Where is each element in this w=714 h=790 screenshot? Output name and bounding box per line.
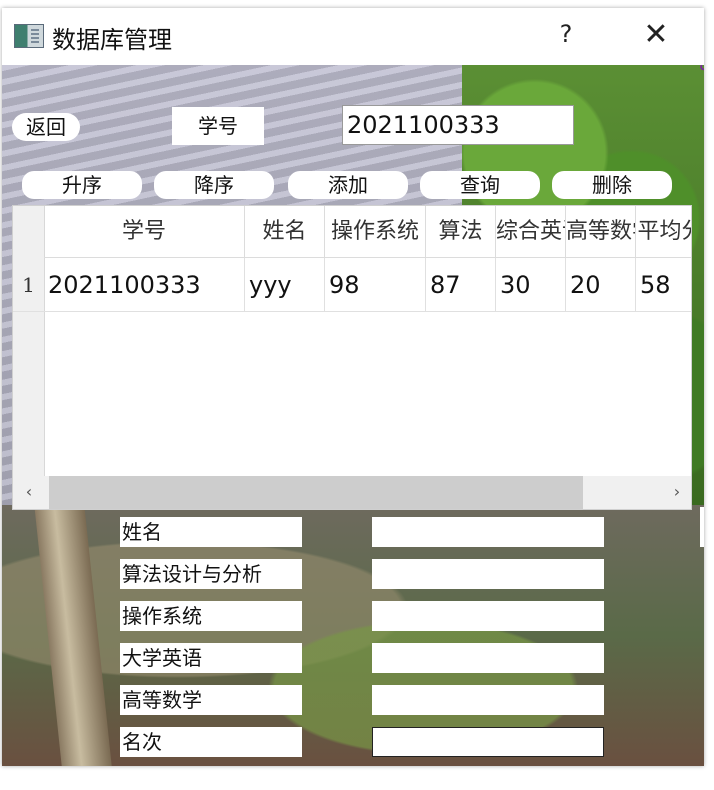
background-white-strip xyxy=(700,507,704,547)
table-cell-name[interactable]: yyy xyxy=(245,258,325,312)
column-header-average[interactable]: 平均分 xyxy=(636,206,691,258)
column-header-os[interactable]: 操作系统 xyxy=(325,206,426,258)
scroll-right-icon[interactable]: › xyxy=(667,480,687,504)
close-button[interactable]: ✕ xyxy=(642,20,670,50)
background-text-mark: a xyxy=(699,65,704,75)
table-cell-math[interactable]: 20 xyxy=(566,258,636,312)
row-number[interactable]: 1 xyxy=(13,258,44,312)
column-header-algorithm[interactable]: 算法 xyxy=(426,206,496,258)
form-input-english[interactable] xyxy=(372,643,604,673)
form-label-math: 高等数学 xyxy=(120,685,302,715)
title-bar[interactable]: 数据库管理 ? ✕ xyxy=(2,8,704,65)
table-cell-algorithm[interactable]: 87 xyxy=(426,258,496,312)
column-header-student-id[interactable]: 学号 xyxy=(44,206,245,258)
table-cell-os[interactable]: 98 xyxy=(325,258,426,312)
form-label-os: 操作系统 xyxy=(120,601,302,631)
app-icon xyxy=(14,24,44,48)
form-input-rank[interactable] xyxy=(372,727,604,757)
sort-descending-button[interactable]: 降序 xyxy=(154,171,274,199)
column-header-math[interactable]: 高等数学 xyxy=(566,206,636,258)
table-cell-english[interactable]: 30 xyxy=(496,258,566,312)
database-window: 数据库管理 ? ✕ a 返回 学号 升序 降序 添加 查询 删除 学号 姓名 操… xyxy=(2,8,704,766)
client-area: a 返回 学号 升序 降序 添加 查询 删除 学号 姓名 操作系统 算法 综合英… xyxy=(2,65,704,766)
column-header-name[interactable]: 姓名 xyxy=(245,206,325,258)
student-id-input[interactable] xyxy=(342,105,574,145)
table-cell-average[interactable]: 58 xyxy=(636,258,691,312)
table-cell-student-id[interactable]: 2021100333 xyxy=(44,258,245,312)
form-input-math[interactable] xyxy=(372,685,604,715)
student-table[interactable]: 学号 姓名 操作系统 算法 综合英语 高等数学 平均分 1 2021100333… xyxy=(12,205,692,510)
row-header-column xyxy=(13,206,45,476)
student-id-label: 学号 xyxy=(172,107,264,145)
form-label-rank: 名次 xyxy=(120,727,302,757)
form-label-algorithm: 算法设计与分析 xyxy=(120,559,302,589)
delete-button[interactable]: 删除 xyxy=(552,171,672,199)
scroll-thumb[interactable] xyxy=(49,476,583,509)
scroll-left-icon[interactable]: ‹ xyxy=(19,480,39,504)
back-button[interactable]: 返回 xyxy=(12,113,80,141)
column-header-english[interactable]: 综合英语 xyxy=(496,206,566,258)
add-button[interactable]: 添加 xyxy=(288,171,408,199)
form-input-name[interactable] xyxy=(372,517,604,547)
form-label-english: 大学英语 xyxy=(120,643,302,673)
query-button[interactable]: 查询 xyxy=(420,171,540,199)
window-title: 数据库管理 xyxy=(52,26,172,54)
help-button[interactable]: ? xyxy=(554,20,578,50)
sort-ascending-button[interactable]: 升序 xyxy=(22,171,142,199)
form-input-algorithm[interactable] xyxy=(372,559,604,589)
horizontal-scrollbar[interactable]: ‹ › xyxy=(13,476,691,509)
form-input-os[interactable] xyxy=(372,601,604,631)
form-label-name: 姓名 xyxy=(120,517,302,547)
